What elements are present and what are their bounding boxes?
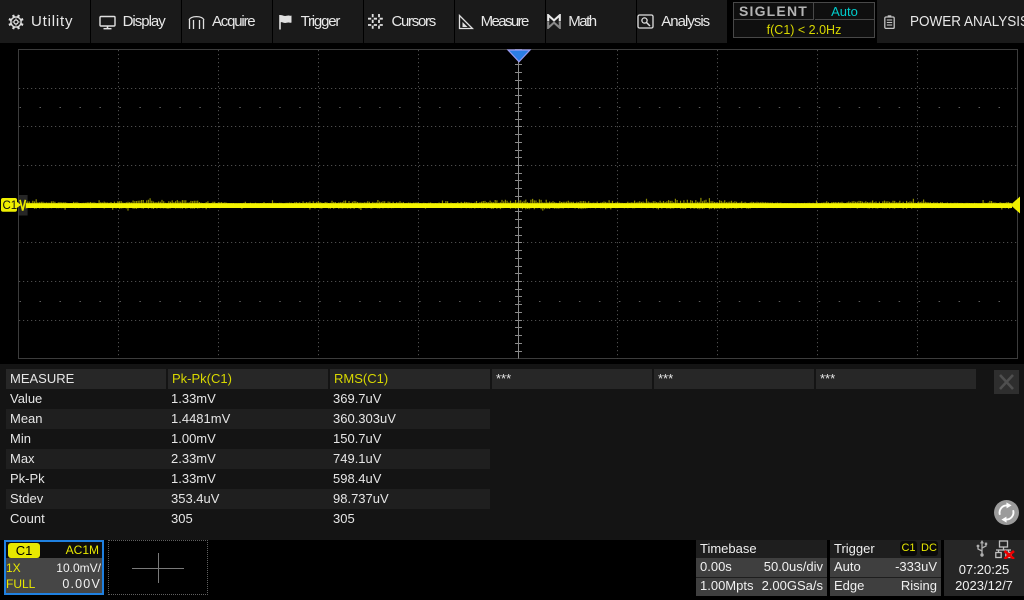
- svg-text:C1: C1: [3, 200, 18, 212]
